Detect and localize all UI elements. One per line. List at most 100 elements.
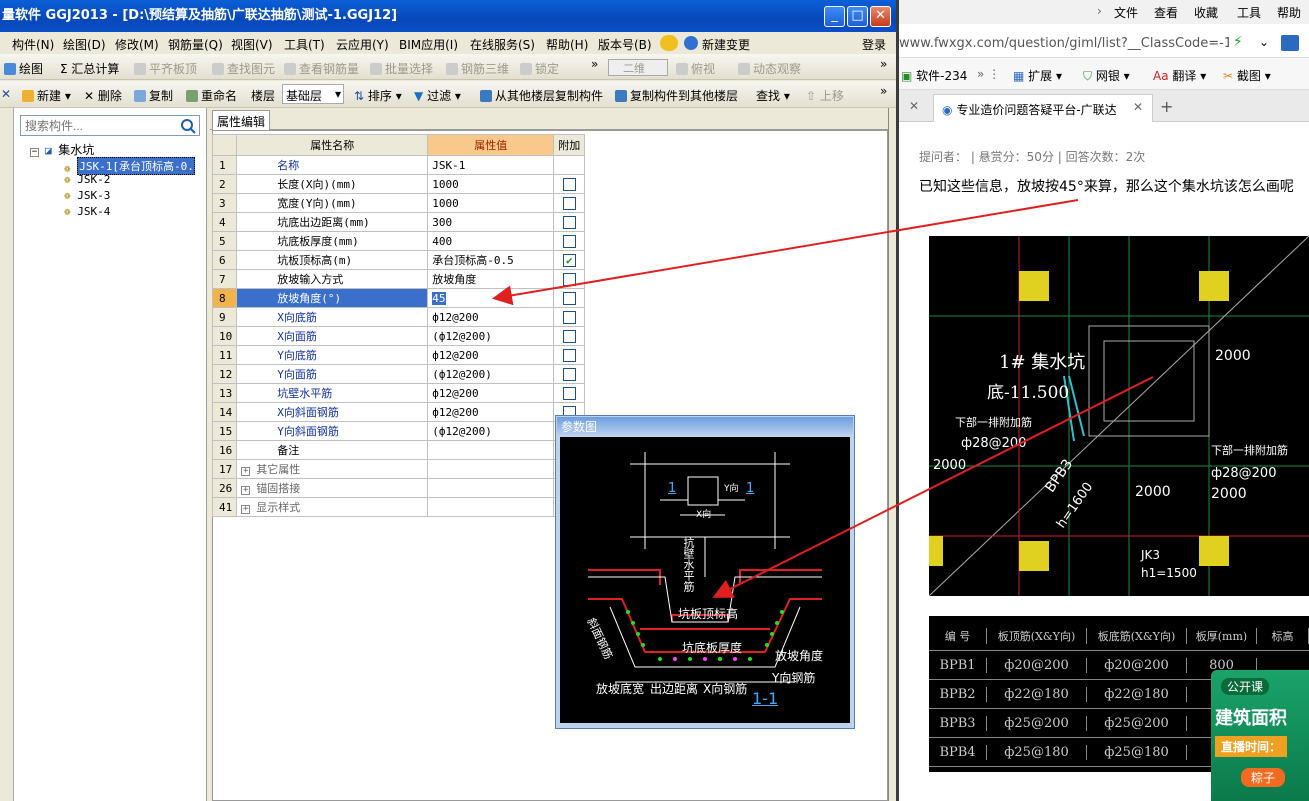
lock-button[interactable]: 锁定 xyxy=(520,60,559,77)
batch-select-button[interactable]: 批量选择 xyxy=(370,60,433,77)
right-splitter[interactable] xyxy=(888,108,896,801)
component-search-input[interactable] xyxy=(20,115,200,136)
menu-version[interactable]: 版本号(B) xyxy=(598,36,652,53)
tree-root[interactable]: − ◪ 集水坑 xyxy=(30,141,94,158)
url-input[interactable]: www.fwxgx.com/question/giml/list?__Class… xyxy=(899,36,1229,51)
bookmark-software[interactable]: ▣ 软件-234 xyxy=(901,67,967,84)
property-value[interactable]: 300 xyxy=(427,212,555,232)
table-row[interactable]: 7 放坡输入方式 放坡角度 xyxy=(211,269,586,289)
extra-checkbox[interactable] xyxy=(562,215,576,229)
search-icon[interactable] xyxy=(180,118,196,134)
property-value[interactable]: 1000 xyxy=(427,174,555,194)
filter-button[interactable]: ▼ 过滤 ▾ xyxy=(414,87,461,104)
table-row[interactable]: 8 放坡角度(°) 45 xyxy=(211,288,586,308)
property-value[interactable] xyxy=(427,478,555,498)
property-value[interactable]: 45 xyxy=(427,288,555,308)
expand-icon[interactable]: + xyxy=(241,486,251,495)
extra-checkbox[interactable]: ✔ xyxy=(562,253,576,267)
menu-online[interactable]: 在线服务(S) xyxy=(470,36,535,53)
menu-cloud[interactable]: 云应用(Y) xyxy=(336,36,389,53)
table-row[interactable]: 2 长度(X向)(mm) 1000 xyxy=(211,174,586,194)
view-2d-select[interactable]: 二维 xyxy=(608,59,668,76)
close-tab-icon[interactable]: ✕ xyxy=(909,99,919,113)
table-row[interactable]: 14 X向斜面钢筋 ф12@200 xyxy=(211,402,586,422)
menu-bim[interactable]: BIM应用(I) xyxy=(399,36,458,53)
floor-select[interactable]: 基础层 ▾ xyxy=(282,84,344,104)
browser-menu-tools[interactable]: 工具 xyxy=(1237,4,1261,21)
table-row[interactable]: 3 宽度(Y向)(mm) 1000 xyxy=(211,193,586,213)
table-row[interactable]: 1 名称 JSK-1 xyxy=(211,155,586,175)
table-row[interactable]: 11 Y向底筋 ф12@200 xyxy=(211,345,586,365)
new-tab-button[interactable]: + xyxy=(1160,97,1173,116)
menu-component[interactable]: 构件(N) xyxy=(12,36,54,53)
tree-item-jsk4[interactable]: ❁ JSK-4 xyxy=(64,205,110,218)
table-row[interactable]: 16 备注 xyxy=(211,440,586,460)
top-view-button[interactable]: 俯视 xyxy=(676,60,715,77)
level-slab-button[interactable]: 平齐板顶 xyxy=(134,60,197,77)
extra-checkbox[interactable] xyxy=(562,310,576,324)
login-link[interactable]: 登录 xyxy=(862,36,886,53)
tab-property-edit[interactable]: 属性编辑 xyxy=(212,110,270,130)
copy-button[interactable]: 复制 xyxy=(134,87,173,104)
extra-checkbox[interactable] xyxy=(562,291,576,305)
maximize-button[interactable]: □ xyxy=(847,6,868,27)
browser-tab-active[interactable]: ◉ 专业造价问题答疑平台-广联达 xyxy=(933,94,1153,122)
left-collapse-strip[interactable] xyxy=(0,108,14,801)
table-row[interactable]: 6 坑板顶标高(m) 承台顶标高-0.5 ✔ xyxy=(211,250,586,270)
property-value[interactable]: (ф12@200) xyxy=(427,326,555,346)
table-row[interactable]: 12 Y向面筋 (ф12@200) xyxy=(211,364,586,384)
bookmark-bank[interactable]: ⛉ 网银 ▾ xyxy=(1083,67,1130,84)
menu-rebar[interactable]: 钢筋量(Q) xyxy=(168,36,223,53)
lightning-icon[interactable]: ⚡ xyxy=(1233,34,1243,50)
property-value[interactable]: (ф12@200) xyxy=(427,421,555,441)
rename-button[interactable]: 重命名 xyxy=(186,87,237,104)
paw-icon[interactable] xyxy=(1281,35,1299,51)
find-button[interactable]: 查找 ▾ xyxy=(756,87,790,104)
table-row[interactable]: 13 坑壁水平筋 ф12@200 xyxy=(211,383,586,403)
property-value[interactable]: ф12@200 xyxy=(427,307,555,327)
property-value[interactable]: ф12@200 xyxy=(427,345,555,365)
extra-checkbox[interactable] xyxy=(562,177,576,191)
diagram-title[interactable]: 参数图 xyxy=(557,417,853,435)
bookmark-translate[interactable]: Aa 翻译 ▾ xyxy=(1153,67,1206,84)
browser-menu-help[interactable]: 帮助 xyxy=(1277,4,1301,21)
browser-menu-file[interactable]: 文件 xyxy=(1114,4,1138,21)
copy-to-floor-button[interactable]: 复制构件到其他楼层 xyxy=(615,87,738,104)
left-arrow-icon[interactable]: ✕ xyxy=(1,87,11,101)
toolbar1-more-right[interactable]: » xyxy=(880,57,887,71)
summary-button[interactable]: Σ 汇总计算 xyxy=(60,60,119,77)
property-value[interactable]: 放坡角度 xyxy=(427,269,555,289)
browser-menu-view[interactable]: 查看 xyxy=(1154,4,1178,21)
expand-icon[interactable]: + xyxy=(241,467,251,476)
delete-button[interactable]: ✕ 删除 xyxy=(84,87,122,104)
property-value[interactable]: 1000 xyxy=(427,193,555,213)
table-row[interactable]: 41 + 显示样式 xyxy=(211,497,586,517)
move-up-button[interactable]: ⇧ 上移 xyxy=(806,87,844,104)
minimize-button[interactable]: _ xyxy=(824,6,845,27)
table-row[interactable]: 5 坑底板厚度(mm) 400 xyxy=(211,231,586,251)
dynamic-view-button[interactable]: 动态观察 xyxy=(738,60,801,77)
expand-icon[interactable]: + xyxy=(241,505,251,514)
menu-draw[interactable]: 绘图(D) xyxy=(63,36,106,53)
extra-checkbox[interactable] xyxy=(562,386,576,400)
bookmark-screenshot[interactable]: ✂ 截图 ▾ xyxy=(1223,67,1271,84)
menu-help[interactable]: 帮助(H) xyxy=(546,36,588,53)
property-value[interactable] xyxy=(427,440,555,460)
close-button[interactable]: ✕ xyxy=(870,6,891,27)
menu-modify[interactable]: 修改(M) xyxy=(115,36,159,53)
table-row[interactable]: 26 + 锚固搭接 xyxy=(211,478,586,498)
table-row[interactable]: 15 Y向斜面钢筋 (ф12@200) xyxy=(211,421,586,441)
table-row[interactable]: 17 + 其它属性 xyxy=(211,459,586,479)
extra-checkbox[interactable] xyxy=(562,234,576,248)
table-row[interactable]: 10 X向面筋 (ф12@200) xyxy=(211,326,586,346)
property-value[interactable]: JSK-1 xyxy=(427,155,555,175)
extra-checkbox[interactable] xyxy=(562,329,576,343)
extra-checkbox[interactable] xyxy=(562,348,576,362)
tab-close-icon[interactable]: ✕ xyxy=(1133,100,1143,114)
property-value[interactable] xyxy=(427,459,555,479)
menu-tools[interactable]: 工具(T) xyxy=(284,36,325,53)
property-value[interactable]: 承台顶标高-0.5 xyxy=(427,250,555,270)
draw-button[interactable]: 绘图 xyxy=(4,60,43,77)
extra-checkbox[interactable] xyxy=(562,272,576,286)
menu-view[interactable]: 视图(V) xyxy=(231,36,273,53)
